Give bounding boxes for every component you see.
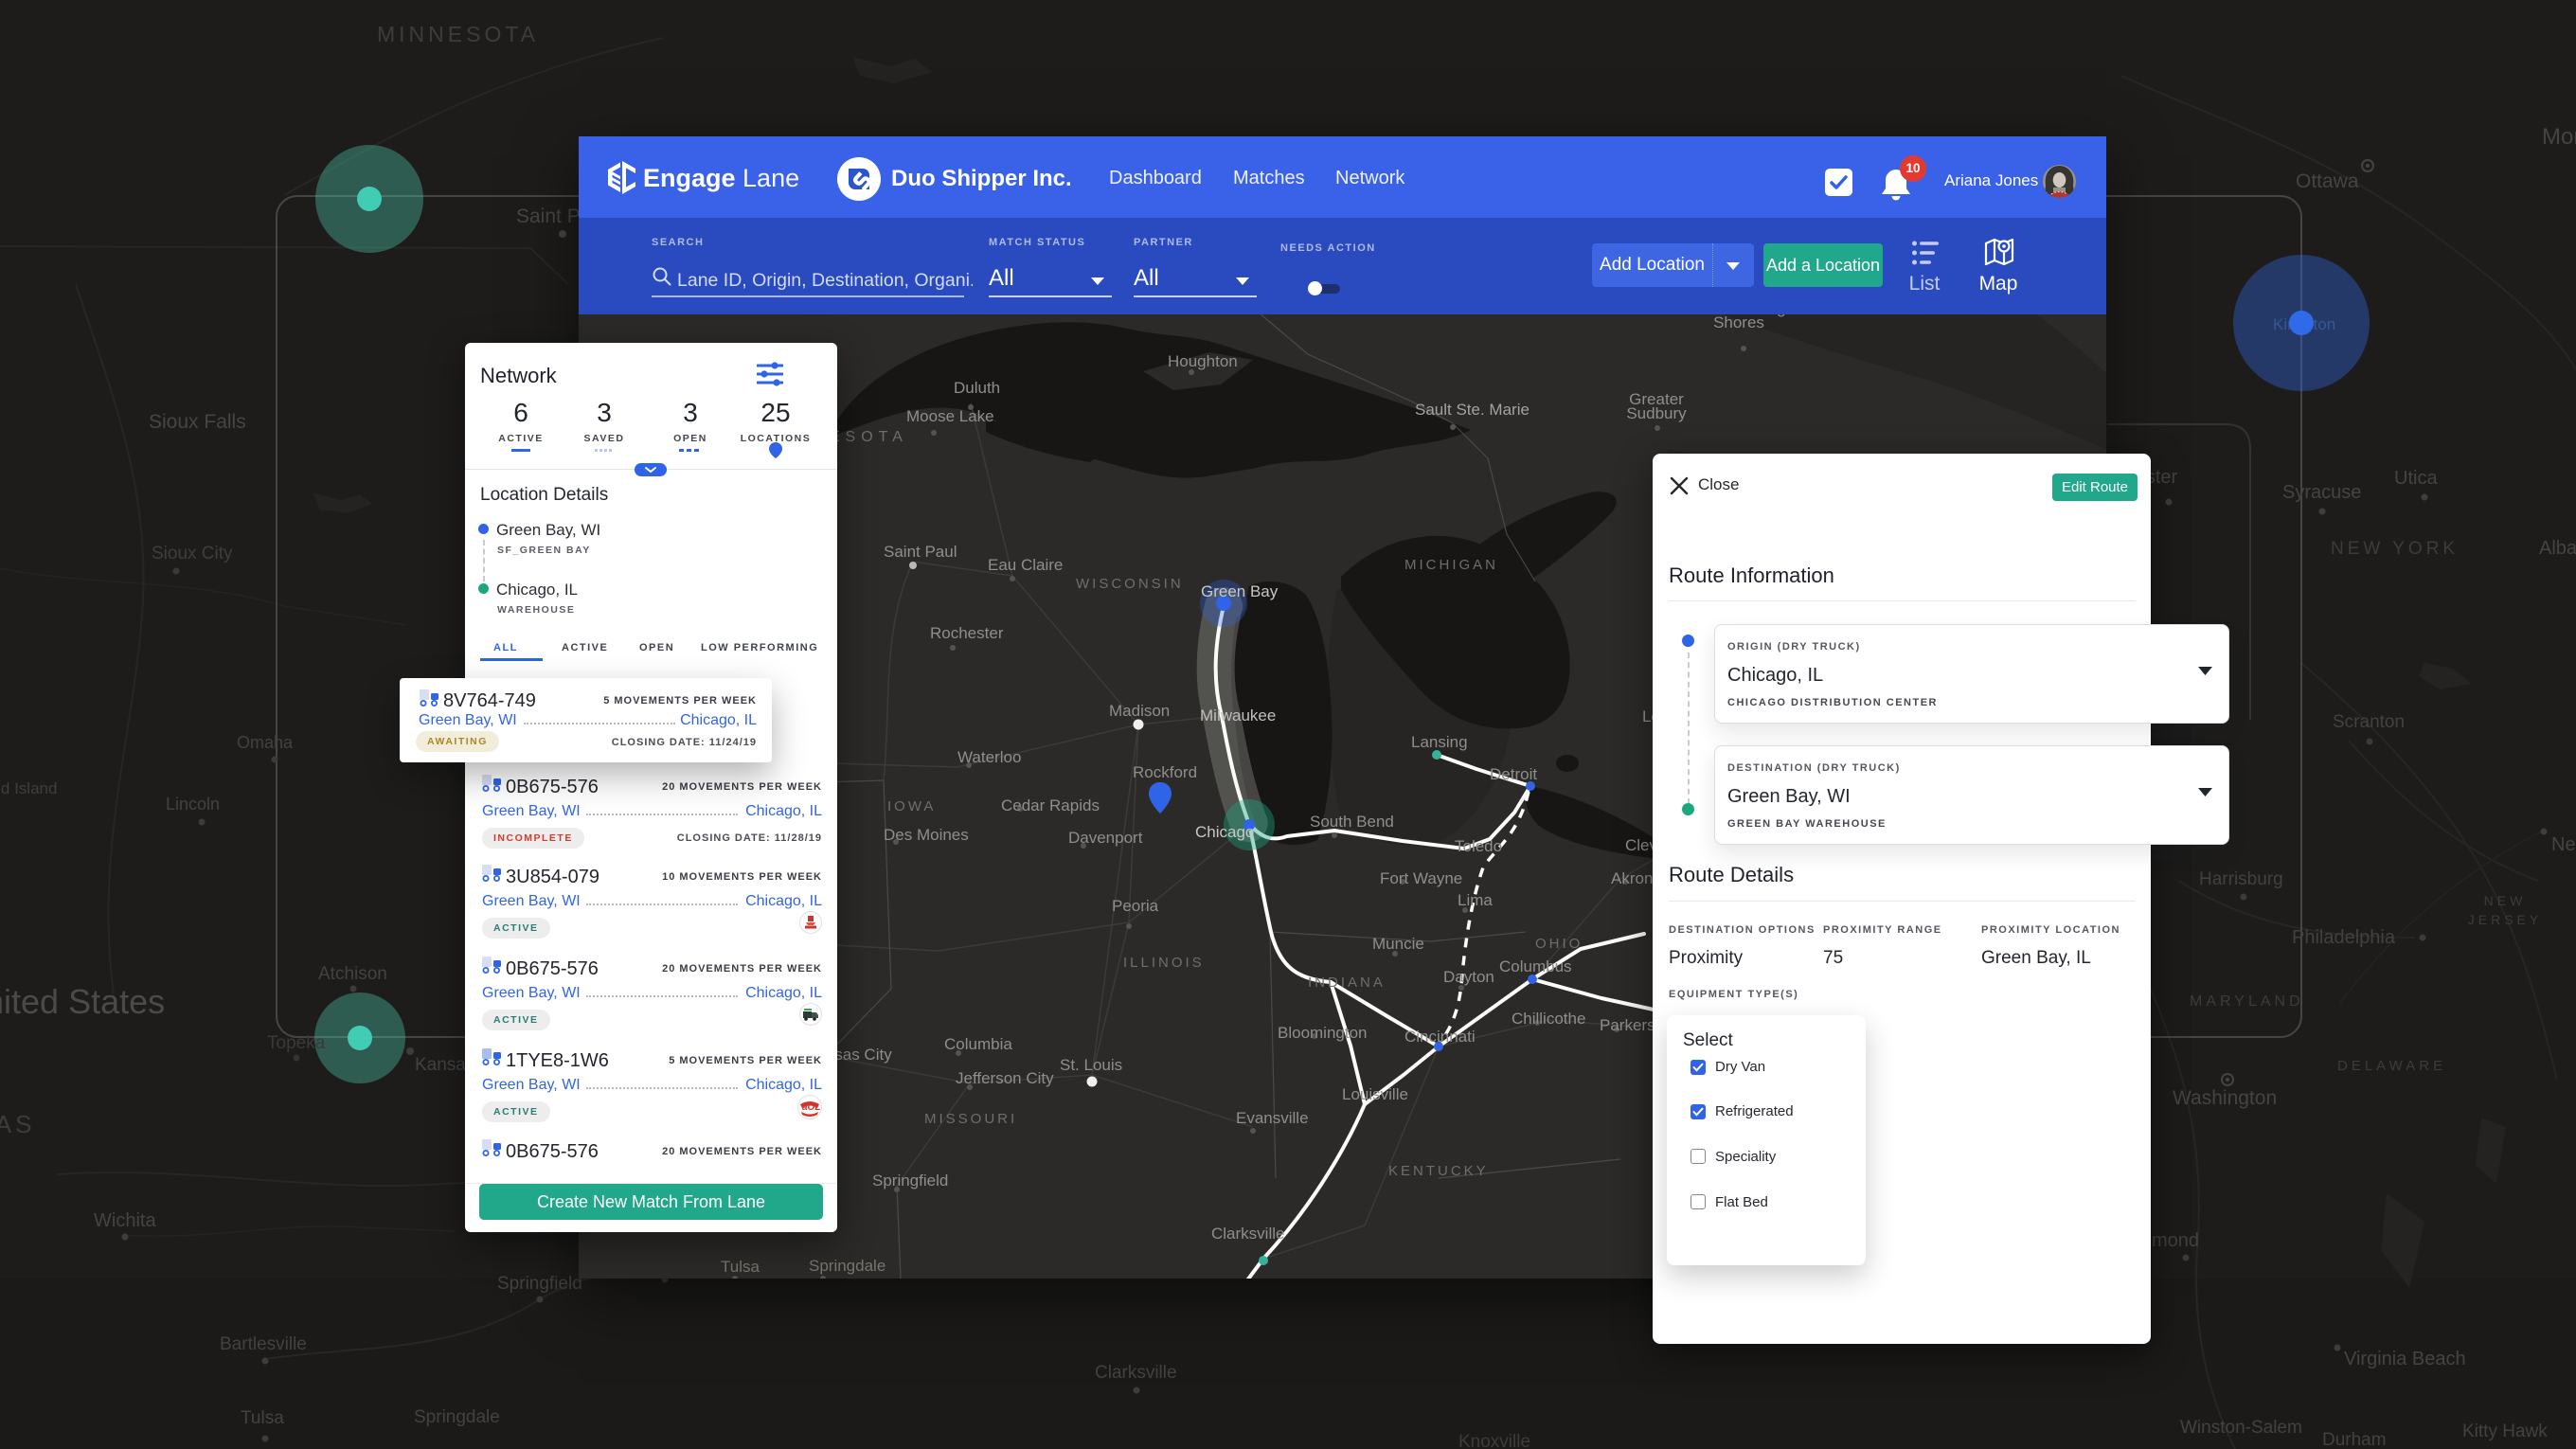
svg-text:Springdale: Springdale (414, 1407, 500, 1427)
svg-text:NEW YORK: NEW YORK (2331, 539, 2459, 559)
svg-text:Jefferson City: Jefferson City (956, 1069, 1054, 1087)
svg-text:Wichita: Wichita (94, 1210, 156, 1231)
svg-text:Cedar Rapids: Cedar Rapids (1001, 796, 1100, 814)
svg-text:Chicago: Chicago (1195, 823, 1254, 841)
svg-text:INDIANA: INDIANA (1308, 975, 1386, 991)
svg-text:Sault Ste. Marie: Sault Ste. Marie (1415, 401, 1530, 419)
svg-text:MISSOURI: MISSOURI (924, 1111, 1017, 1127)
svg-text:Springdale: Springdale (809, 1257, 886, 1275)
svg-text:Peoria: Peoria (1112, 897, 1159, 915)
svg-text:GreaterSudbury: GreaterSudbury (1626, 390, 1687, 422)
svg-text:Des Moines: Des Moines (884, 826, 969, 844)
svg-text:Bartlesville: Bartlesville (220, 1334, 307, 1354)
svg-text:Saint Paul: Saint Paul (884, 543, 957, 561)
svg-text:and Island: and Island (0, 779, 57, 797)
svg-text:Chillicothe: Chillicothe (1512, 1010, 1585, 1028)
svg-text:Harrisburg: Harrisburg (2199, 869, 2283, 889)
svg-text:Toledo: Toledo (1455, 837, 1502, 855)
svg-text:Green Bay: Green Bay (1201, 582, 1279, 600)
svg-text:Louisville: Louisville (1342, 1085, 1408, 1103)
svg-text:KANSAS: KANSAS (0, 1110, 36, 1138)
svg-text:Philadelphia: Philadelphia (2292, 927, 2396, 948)
svg-text:Fort Wayne: Fort Wayne (1380, 869, 1462, 887)
svg-text:Rochester: Rochester (930, 624, 1004, 642)
svg-text:Scranton: Scranton (2333, 712, 2405, 732)
svg-text:Columbia: Columbia (944, 1035, 1012, 1053)
svg-text:Waterloo: Waterloo (957, 748, 1021, 766)
svg-text:Kitty Hawk: Kitty Hawk (2462, 1422, 2548, 1441)
svg-text:Springfield: Springfield (497, 1274, 582, 1294)
svg-text:Lansing: Lansing (1411, 733, 1468, 751)
svg-text:Tulsa: Tulsa (241, 1408, 284, 1428)
svg-text:Akron: Akron (1611, 869, 1653, 887)
svg-text:Clarksville: Clarksville (1211, 1225, 1284, 1243)
svg-text:Washington: Washington (2173, 1087, 2277, 1109)
svg-text:Omaha: Omaha (237, 733, 294, 752)
svg-text:Dayton: Dayton (1443, 968, 1494, 986)
svg-text:Ottawa: Ottawa (2296, 170, 2359, 192)
svg-text:Atchison: Atchison (318, 964, 387, 984)
svg-text:Mor: Mor (2542, 124, 2576, 150)
svg-text:Davenport: Davenport (1068, 829, 1143, 847)
svg-text:Evansville: Evansville (1236, 1109, 1309, 1127)
svg-text:Topeka: Topeka (267, 1033, 326, 1053)
svg-text:Muncie: Muncie (1372, 935, 1424, 953)
svg-text:Sioux Falls: Sioux Falls (149, 411, 246, 433)
svg-text:DELAWARE: DELAWARE (2337, 1058, 2446, 1074)
svg-text:Duluth: Duluth (954, 379, 1000, 397)
svg-text:OHIO: OHIO (1535, 936, 1583, 952)
svg-text:Springfield: Springfield (872, 1172, 948, 1190)
svg-text:Syracuse: Syracuse (2282, 482, 2361, 503)
svg-text:United States: United States (0, 982, 165, 1021)
svg-text:Knoxville: Knoxville (1458, 1432, 1530, 1449)
svg-text:aOL: aOL (802, 1102, 820, 1113)
svg-text:Eau Claire: Eau Claire (988, 556, 1063, 574)
svg-text:Clarksville: Clarksville (1095, 1363, 1177, 1383)
svg-text:MICHIGAN: MICHIGAN (1404, 557, 1498, 573)
svg-text:Milwaukee: Milwaukee (1200, 707, 1276, 724)
svg-text:Durham: Durham (2322, 1430, 2387, 1449)
svg-text:Utica: Utica (2394, 468, 2438, 489)
svg-text:Columbus: Columbus (1499, 957, 1572, 975)
svg-text:Tulsa: Tulsa (721, 1258, 760, 1276)
svg-text:St. Louis: St. Louis (1060, 1056, 1122, 1074)
svg-text:Madison: Madison (1109, 702, 1170, 720)
svg-text:ILLINOIS: ILLINOIS (1123, 955, 1205, 971)
svg-text:Virginia Beach: Virginia Beach (2344, 1349, 2466, 1369)
svg-text:South Bend: South Bend (1310, 813, 1394, 831)
svg-text:Alba: Alba (2539, 538, 2576, 559)
svg-text:KENTUCKY: KENTUCKY (1388, 1163, 1489, 1179)
svg-text:Lincoln: Lincoln (166, 795, 220, 814)
svg-text:IOWA: IOWA (887, 798, 936, 814)
svg-text:Sioux City: Sioux City (152, 544, 233, 564)
svg-text:Houghton: Houghton (1168, 352, 1238, 370)
svg-text:Lima: Lima (1458, 891, 1493, 909)
svg-text:Cincinnati: Cincinnati (1404, 1028, 1476, 1046)
svg-text:Rockford: Rockford (1133, 763, 1197, 781)
svg-text:Bloomington: Bloomington (1278, 1024, 1368, 1042)
svg-text:Winston-Salem: Winston-Salem (2180, 1418, 2302, 1438)
svg-text:Ne: Ne (2551, 834, 2576, 855)
svg-text:MINNESOTA: MINNESOTA (377, 22, 539, 46)
svg-text:WISCONSIN: WISCONSIN (1076, 576, 1184, 592)
svg-text:MARYLAND: MARYLAND (2190, 993, 2304, 1010)
svg-text:Detroit: Detroit (1490, 765, 1537, 783)
svg-text:Moose Lake: Moose Lake (906, 407, 994, 425)
